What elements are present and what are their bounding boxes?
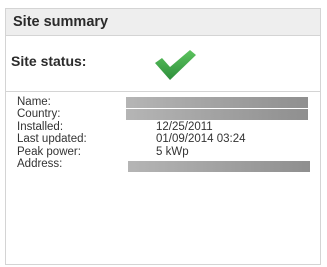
detail-value: 12/25/2011 <box>156 120 213 133</box>
detail-label: Address: <box>17 157 63 170</box>
detail-value: 01/09/2014 03:24 <box>156 133 246 146</box>
detail-row-last-updated: Last updated: 01/09/2014 03:24 <box>6 133 320 145</box>
site-status-row: Site status: <box>6 36 320 92</box>
detail-row-country: Country: <box>6 108 320 121</box>
detail-label: Last updated: <box>17 133 87 146</box>
detail-row-address: Address: <box>6 157 320 172</box>
redacted-value <box>126 109 308 121</box>
checkmark-icon <box>149 48 197 82</box>
site-status-label: Site status: <box>11 53 87 69</box>
site-summary-panel: Site summary Site status: Name: Country: <box>5 8 321 265</box>
detail-row-name: Name: <box>6 96 320 108</box>
detail-label: Peak power: <box>17 145 81 158</box>
redacted-value <box>126 97 308 108</box>
panel-title: Site summary <box>6 9 320 36</box>
detail-value: 5 kWp <box>156 145 189 158</box>
detail-row-peak-power: Peak power: 5 kWp <box>6 146 320 158</box>
detail-label: Installed: <box>17 120 64 133</box>
detail-label: Name: <box>17 96 51 108</box>
redacted-value <box>128 160 310 172</box>
site-details: Name: Country: Installed: 12/25/2011 Las… <box>6 92 320 172</box>
detail-row-installed: Installed: 12/25/2011 <box>6 121 320 133</box>
detail-label: Country: <box>17 108 61 121</box>
